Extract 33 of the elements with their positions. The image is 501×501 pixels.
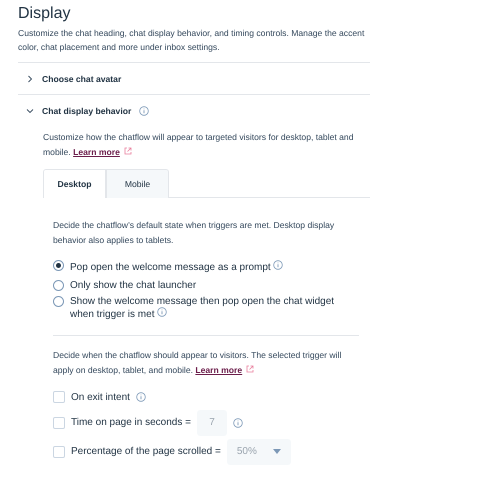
info-icon[interactable] <box>157 307 168 317</box>
checkbox[interactable] <box>53 391 65 403</box>
chevron-icon <box>26 74 34 82</box>
learn-more-link[interactable]: Learn more <box>195 365 242 375</box>
section-intro: Customize how the chatflow will appear to targeted visitors for desktop, tablet and mobile. Learn more <box>43 131 354 159</box>
external-link-icon <box>246 365 254 373</box>
external-link-icon <box>124 147 132 155</box>
caret-icon <box>272 449 281 454</box>
info-icon[interactable] <box>273 260 284 270</box>
trigger-description: Decide when the chatflow should appear to visitors. The selected trigger will apply on desktop, tablet, and mobile. Learn more <box>53 349 342 377</box>
device-tab[interactable]: Desktop <box>43 169 106 198</box>
trigger-label: On exit intent <box>71 392 130 402</box>
trigger-label: Percentage of the page scrolled = <box>71 446 221 457</box>
section-header[interactable]: Chat display behavior <box>18 95 150 126</box>
option-label: Pop open the welcome message as a prompt <box>70 260 284 273</box>
checkbox[interactable] <box>53 446 65 458</box>
radio-button[interactable] <box>53 296 64 307</box>
learn-more-link[interactable]: Learn more <box>73 147 120 157</box>
section-header[interactable]: Choose chat avatar <box>18 63 122 94</box>
info-icon[interactable] <box>136 392 146 402</box>
chevron-icon <box>26 106 34 114</box>
state-description: Decide the chatflow’s default state when triggers are met. Desktop display behavior also applies to tablets. <box>53 219 336 247</box>
checkbox[interactable] <box>53 416 65 428</box>
trigger-label: Time on page in seconds = <box>71 417 191 428</box>
radio-button[interactable] <box>53 260 64 271</box>
option-label: Only show the chat launcher <box>70 280 196 291</box>
page-title: Display <box>18 4 72 24</box>
option-label: Show the welcome message then pop open the chat widget when trigger is met <box>70 296 336 320</box>
info-icon[interactable] <box>232 418 243 428</box>
radio-button[interactable] <box>53 280 64 291</box>
info-icon[interactable] <box>139 106 150 116</box>
device-tab[interactable]: Mobile <box>106 169 169 198</box>
page-description: Customize the chat heading, chat display behavior, and timing controls. Manage the accent color, chat placement and more under inbox settings. <box>18 27 366 54</box>
